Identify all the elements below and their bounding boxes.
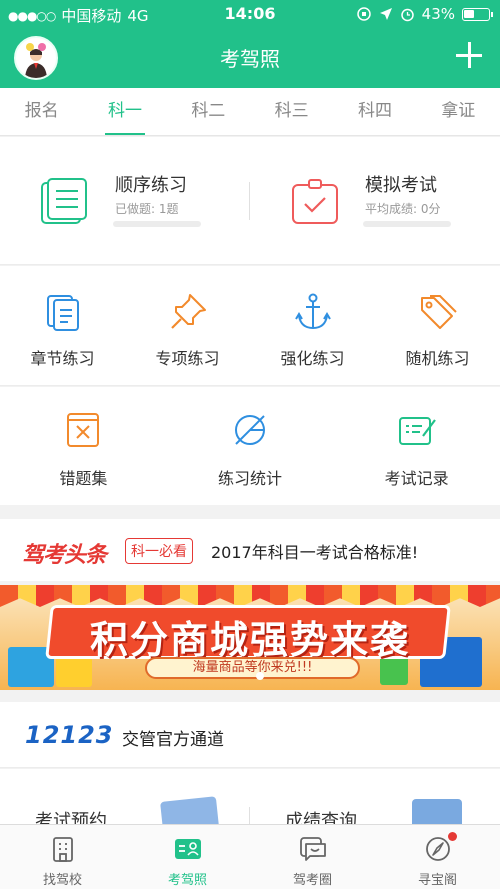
building-icon	[52, 837, 73, 862]
orientation-lock-icon	[356, 7, 371, 21]
location-icon	[379, 8, 392, 20]
status-bar: ●●●○○ 中国移动 4G 14:06 43%	[0, 0, 500, 30]
mock-exam-sub: 平均成绩: 0分	[365, 202, 441, 216]
tab-subject-one[interactable]: 科一	[83, 88, 166, 135]
promo-banner[interactable]: 积分商城强势来袭 海量商品等你来兑!!!	[0, 585, 500, 690]
page-title: 考驾照	[220, 47, 280, 71]
mock-exam-card[interactable]: 模拟考试 平均成绩: 0分	[250, 137, 500, 265]
sequential-practice-title: 顺序练习	[115, 175, 187, 196]
wrong-book-icon	[67, 413, 100, 447]
pushpin-icon	[170, 294, 206, 329]
chapter-practice-label: 章节练习	[30, 349, 95, 368]
gov-channel-text: 交管官方通道	[122, 730, 224, 750]
practice-grid: 章节练习 专项练习 强化练习 随机练习	[0, 266, 500, 386]
app-header: 考驾照	[0, 30, 500, 88]
services-section: 考试预约 成绩查询	[0, 769, 500, 829]
tab-signup[interactable]: 报名	[0, 88, 83, 135]
tab-get-license[interactable]: 拿证	[417, 88, 500, 135]
official-channel[interactable]: 12123 交管官方通道	[0, 702, 500, 768]
random-practice-button[interactable]: 随机练习	[375, 266, 500, 385]
headline-text[interactable]: 2017年科目一考试合格标准!	[211, 539, 418, 563]
document-stack-icon	[46, 295, 79, 331]
wrong-questions-label: 错题集	[59, 469, 108, 488]
records-grid: 错题集 练习统计 考试记录	[0, 387, 500, 505]
banner-subtitle: 海量商品等你来兑!!!	[145, 657, 360, 679]
subject-tabs: 报名 科一 科二 科三 科四 拿证	[0, 88, 500, 136]
tab-subject-two[interactable]: 科二	[167, 88, 250, 135]
random-practice-label: 随机练习	[405, 349, 470, 368]
tab-subject-three[interactable]: 科三	[250, 88, 333, 135]
practice-stats-button[interactable]: 练习统计	[167, 387, 334, 505]
special-practice-label: 专项练习	[155, 349, 220, 368]
nav-find-school-label: 找驾校	[42, 873, 82, 888]
sequential-progress-bar	[113, 221, 201, 227]
status-right: 43%	[356, 5, 493, 23]
notification-dot	[448, 832, 457, 841]
bottom-navigation: 找驾校 考驾照 驾考圈 寻宝阁	[0, 824, 500, 889]
chapter-practice-button[interactable]: 章节练习	[0, 266, 125, 385]
nav-treasure-label: 寻宝阁	[417, 873, 457, 888]
exam-records-label: 考试记录	[384, 469, 449, 488]
banner-title: 积分商城强势来袭	[89, 618, 410, 662]
news-headline[interactable]: 驾考头条 科一必看 2017年科目一考试合格标准!	[0, 519, 500, 581]
chat-icon	[299, 837, 326, 861]
carousel-indicator[interactable]	[256, 672, 264, 680]
add-button[interactable]	[454, 40, 484, 70]
nav-community[interactable]: 驾考圈	[250, 825, 375, 889]
mock-exam-icon	[292, 179, 338, 224]
sequential-practice-icon	[41, 178, 87, 224]
practice-section: 顺序练习 已做题: 1题 模拟考试 平均成绩: 0分	[0, 137, 500, 265]
practice-stats-label: 练习统计	[218, 469, 283, 488]
statistics-icon	[235, 415, 265, 445]
battery-icon	[462, 7, 493, 21]
nav-find-school[interactable]: 找驾校	[0, 825, 125, 889]
battery-percent: 43%	[421, 5, 455, 23]
nav-treasure[interactable]: 寻宝阁	[375, 825, 500, 889]
sequential-practice-sub: 已做题: 1题	[115, 202, 179, 216]
gov-logo: 12123	[25, 721, 114, 749]
exam-records-button[interactable]: 考试记录	[333, 387, 500, 505]
wrong-questions-button[interactable]: 错题集	[0, 387, 167, 505]
must-read-badge: 科一必看	[125, 538, 193, 564]
alarm-icon	[400, 8, 414, 21]
tags-icon	[420, 295, 457, 329]
nav-community-label: 驾考圈	[292, 873, 332, 888]
intensive-practice-button[interactable]: 强化练习	[250, 266, 375, 385]
special-practice-button[interactable]: 专项练习	[125, 266, 250, 385]
mock-exam-progress-bar	[363, 221, 451, 227]
exam-record-icon	[398, 417, 436, 445]
news-logo: 驾考头条	[22, 543, 107, 568]
anchor-icon	[294, 293, 331, 330]
tab-subject-four[interactable]: 科四	[333, 88, 416, 135]
nav-get-license[interactable]: 考驾照	[125, 825, 250, 889]
mock-exam-title: 模拟考试	[365, 175, 437, 196]
bunting-decoration	[0, 585, 500, 607]
intensive-practice-label: 强化练习	[280, 349, 345, 368]
license-icon	[174, 839, 201, 859]
sequential-practice-card[interactable]: 顺序练习 已做题: 1题	[0, 137, 250, 265]
nav-get-license-label: 考驾照	[167, 873, 207, 888]
